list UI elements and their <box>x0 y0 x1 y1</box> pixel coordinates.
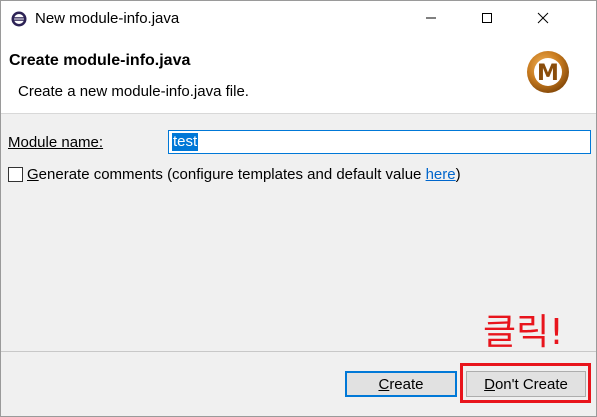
module-name-value: test <box>172 133 199 151</box>
maximize-icon <box>481 11 493 28</box>
click-highlight-box <box>460 363 591 403</box>
generate-comments-mnemonic: G <box>27 166 39 183</box>
minimize-icon <box>425 11 437 28</box>
maximize-button[interactable] <box>464 1 510 37</box>
create-mnemonic: C <box>378 375 390 393</box>
module-name-label-text: Module name: <box>8 134 104 151</box>
wizard-banner: Create module-info.java Create a new mod… <box>1 37 596 114</box>
minimize-button[interactable] <box>408 1 454 37</box>
templates-link[interactable]: here <box>426 166 456 183</box>
logo-letter: M <box>537 61 559 86</box>
dialog-window: New module-info.java Create module-info.… <box>0 0 597 417</box>
close-button[interactable] <box>520 1 566 37</box>
generate-comments-text: enerate comments (configure templates an… <box>38 166 426 183</box>
eclipse-app-icon <box>11 11 27 27</box>
click-annotation: 클릭! <box>483 312 564 353</box>
module-name-input[interactable]: test <box>168 130 591 154</box>
page-description: Create a new module-info.java file. <box>18 83 249 100</box>
generate-comments-closing: ) <box>455 166 461 183</box>
title-bar[interactable]: New module-info.java <box>1 1 596 37</box>
window-title: New module-info.java <box>35 10 180 27</box>
module-wizard-icon: M <box>525 49 571 95</box>
create-button[interactable]: Create <box>345 371 457 397</box>
page-title: Create module-info.java <box>9 52 191 69</box>
generate-comments-label: Generate comments (configure templates a… <box>27 166 461 183</box>
module-name-label: Module name: <box>8 134 103 151</box>
generate-comments-checkbox[interactable] <box>8 167 23 182</box>
create-label: reate <box>389 375 424 393</box>
close-icon <box>537 11 549 28</box>
